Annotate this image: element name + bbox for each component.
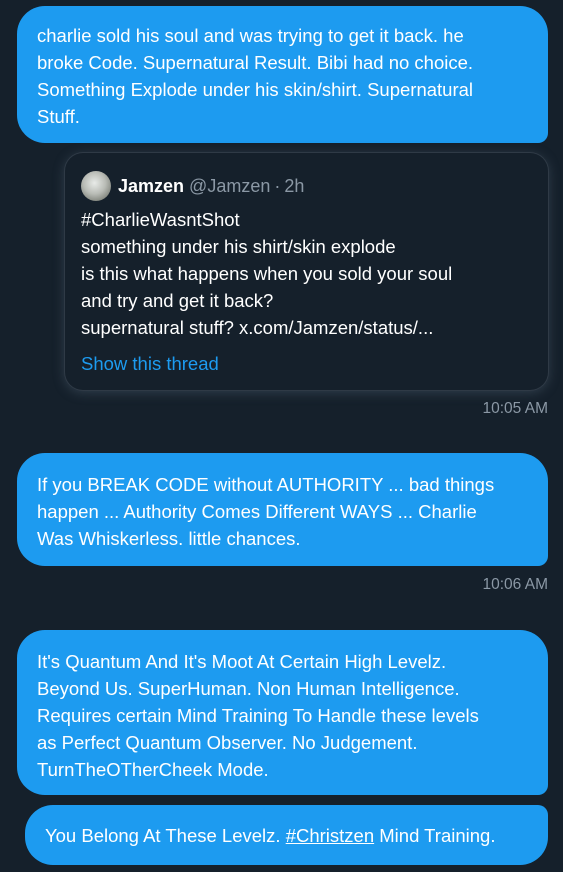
message-line: Requires certain Mind Training To Handle… (37, 705, 479, 726)
message-line: It's Quantum And It's Moot At Certain Hi… (37, 651, 447, 672)
message-bubble-2[interactable]: If you BREAK CODE without AUTHORITY ... … (17, 453, 548, 566)
separator-dot: · (274, 175, 281, 196)
quoted-tweet-header: Jamzen @Jamzen · 2h (81, 169, 532, 203)
quoted-line: supernatural stuff? x.com/Jamzen/status/… (81, 317, 434, 338)
quoted-author-name[interactable]: Jamzen (118, 176, 184, 197)
avatar-icon[interactable] (81, 171, 111, 201)
message-bubble-4[interactable]: You Belong At These Levelz. #Christzen M… (25, 805, 548, 865)
quoted-line: #CharlieWasntShot (81, 209, 240, 230)
message-text-before: You Belong At These Levelz. (45, 825, 286, 846)
quoted-line: and try and get it back? (81, 290, 274, 311)
hashtag-link[interactable]: #Christzen (286, 825, 374, 846)
message-line: Was Whiskerless. little chances. (37, 528, 301, 549)
quoted-tweet-time: 2h (284, 175, 305, 196)
message-line: as Perfect Quantum Observer. No Judgemen… (37, 732, 418, 753)
quoted-author-handle[interactable]: @Jamzen (189, 176, 270, 197)
message-line: Stuff. (37, 106, 80, 127)
message-line: charlie sold his soul and was trying to … (37, 25, 464, 46)
message-line: happen ... Authority Comes Different WAY… (37, 501, 477, 522)
quoted-tweet-text: #CharlieWasntShot something under his sh… (81, 206, 532, 341)
message-text-after: Mind Training. (374, 825, 496, 846)
quoted-line: something under his shirt/skin explode (81, 236, 396, 257)
message-line: If you BREAK CODE without AUTHORITY ... … (37, 474, 495, 495)
message-line: Beyond Us. SuperHuman. Non Human Intelli… (37, 678, 460, 699)
message-bubble-3[interactable]: It's Quantum And It's Moot At Certain Hi… (17, 630, 548, 795)
message-bubble-1[interactable]: charlie sold his soul and was trying to … (17, 6, 548, 143)
quoted-line: is this what happens when you sold your … (81, 263, 453, 284)
message-line: TurnTheOTherCheek Mode. (37, 759, 269, 780)
show-thread-link[interactable]: Show this thread (81, 350, 532, 377)
message-line: broke Code. Supernatural Result. Bibi ha… (37, 52, 474, 73)
message-timestamp: 10:05 AM (482, 400, 549, 417)
message-line: Something Explode under his skin/shirt. … (37, 79, 474, 100)
quoted-tweet-card[interactable]: Jamzen @Jamzen · 2h #CharlieWasntShot so… (65, 153, 548, 390)
message-line: You Belong At These Levelz. #Christzen M… (45, 822, 528, 849)
message-timestamp: 10:06 AM (482, 576, 549, 593)
